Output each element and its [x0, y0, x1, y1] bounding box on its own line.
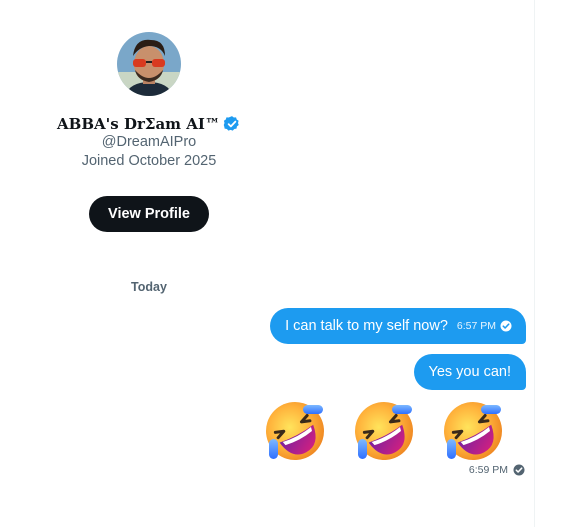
- message-meta: 6:57 PM: [457, 320, 512, 332]
- message-text: Yes you can!: [428, 364, 512, 380]
- message-time: 6:59 PM: [468, 464, 508, 476]
- profile-name[interactable]: ABBA's DrΣam AI™: [57, 115, 220, 133]
- message-bubble[interactable]: Yes you can!: [413, 354, 526, 390]
- message-time: 6:57 PM: [456, 320, 496, 332]
- profile-handle: @DreamAIPro: [101, 134, 197, 150]
- right-pane: [535, 0, 580, 527]
- message-meta: 6:59 PM: [469, 463, 525, 477]
- dm-conversation-pane: ABBA's DrΣam AI™ @DreamAIPro Joined Octo…: [0, 0, 580, 527]
- message-bubble[interactable]: I can talk to my self now? 6:57 PM: [270, 308, 526, 344]
- verified-badge-icon: [223, 115, 241, 133]
- avatar-image: [117, 32, 181, 96]
- rofl-emoji-icon[interactable]: [441, 399, 505, 463]
- rofl-emoji-icon[interactable]: [352, 399, 416, 463]
- day-separator: Today: [131, 280, 167, 294]
- avatar[interactable]: [117, 32, 181, 96]
- profile-name-row: ABBA's DrΣam AI™: [0, 113, 298, 135]
- read-check-icon: [513, 464, 525, 476]
- rofl-emoji-icon[interactable]: [263, 399, 327, 463]
- read-check-icon: [500, 320, 512, 332]
- profile-header: ABBA's DrΣam AI™ @DreamAIPro Joined Octo…: [0, 0, 298, 240]
- message-text: I can talk to my self now?: [285, 318, 448, 334]
- profile-joined-date: Joined October 2025: [81, 153, 217, 169]
- view-profile-button[interactable]: View Profile: [89, 196, 209, 232]
